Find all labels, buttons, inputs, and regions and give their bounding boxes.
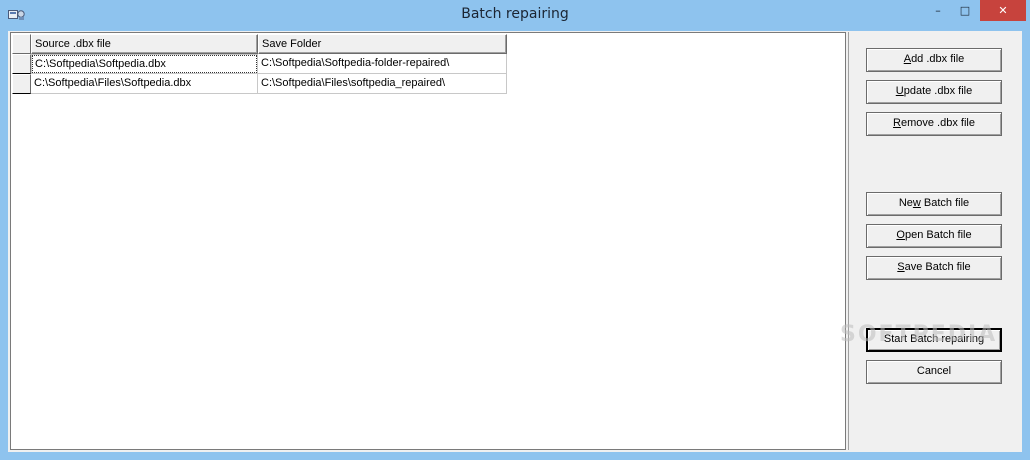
dialog-client-area: Source .dbx file Save Folder C:\Softpedi… [8,31,1022,452]
open-batch-file-button[interactable]: Open Batch file [866,224,1002,248]
row-selector[interactable] [12,74,31,94]
action-button-panel: Add .dbx file Update .dbx file Remove .d… [848,32,1022,450]
window-title: Batch repairing [461,6,569,22]
add-dbx-file-button[interactable]: Add .dbx file [866,48,1002,72]
title-bar: Batch repairing – □ ✕ [0,0,1030,30]
save-batch-file-button[interactable]: Save Batch file [866,256,1002,280]
save-folder-cell[interactable]: C:\Softpedia\Softpedia-folder-repaired\ [258,54,507,74]
new-batch-file-button[interactable]: New Batch file [866,192,1002,216]
source-file-cell[interactable]: C:\Softpedia\Files\Softpedia.dbx [31,74,258,94]
minimize-button[interactable]: – [924,0,952,22]
cancel-button[interactable]: Cancel [866,360,1002,384]
batch-file-grid[interactable]: Source .dbx file Save Folder C:\Softpedi… [10,32,846,450]
start-batch-repairing-button[interactable]: Start Batch repairing [866,328,1002,352]
update-dbx-file-button[interactable]: Update .dbx file [866,80,1002,104]
row-selector[interactable] [12,54,31,74]
close-button[interactable]: ✕ [980,0,1026,21]
remove-dbx-file-button[interactable]: Remove .dbx file [866,112,1002,136]
column-header-source[interactable]: Source .dbx file [31,34,258,54]
save-folder-cell[interactable]: C:\Softpedia\Files\softpedia_repaired\ [258,74,507,94]
column-header-save-folder[interactable]: Save Folder [258,34,507,54]
source-file-cell[interactable]: C:\Softpedia\Softpedia.dbx [31,54,258,74]
grid-corner-cell [12,34,31,54]
maximize-button[interactable]: □ [951,0,979,22]
